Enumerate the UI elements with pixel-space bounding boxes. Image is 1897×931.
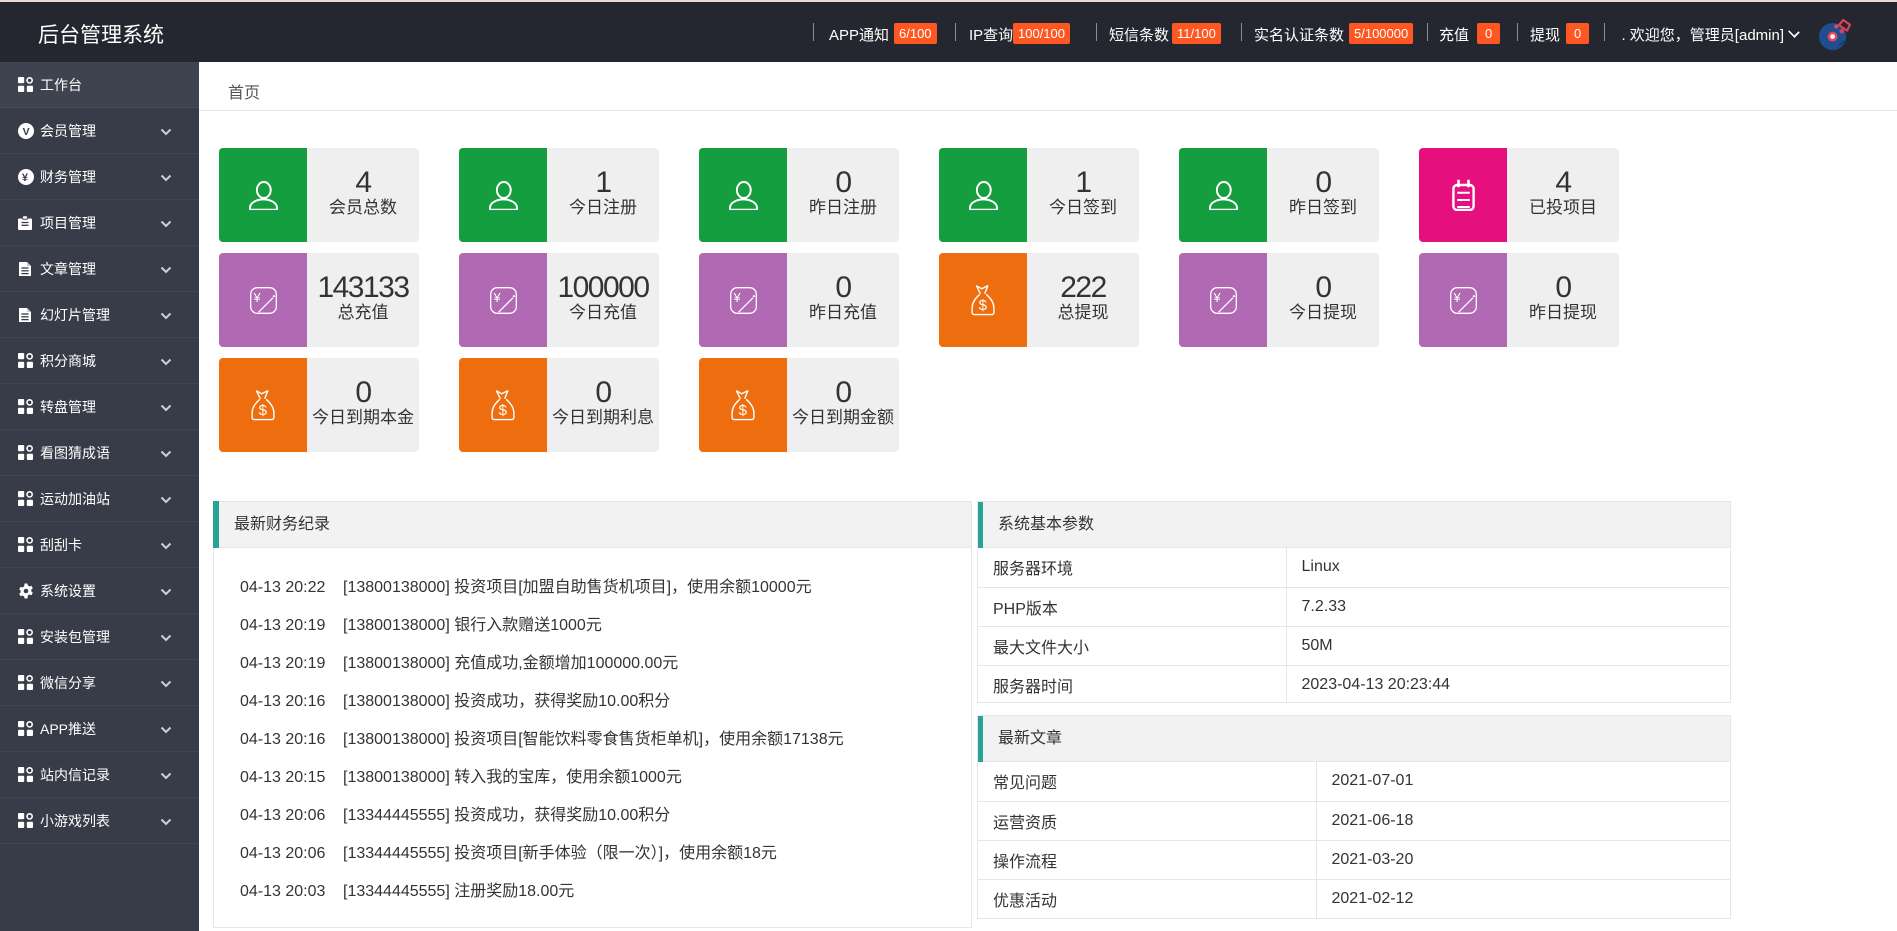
svg-text:$: $ — [979, 297, 988, 314]
svg-text:$: $ — [739, 402, 748, 419]
svg-text:¥: ¥ — [1212, 290, 1220, 304]
svg-text:¥: ¥ — [22, 172, 29, 184]
svg-text:$: $ — [499, 402, 508, 419]
svg-text:V: V — [23, 126, 30, 138]
svg-text:¥: ¥ — [1452, 290, 1460, 304]
svg-text:¥: ¥ — [732, 290, 740, 304]
svg-text:$: $ — [259, 402, 268, 419]
svg-text:¥: ¥ — [252, 290, 260, 304]
svg-text:¥: ¥ — [492, 290, 500, 304]
